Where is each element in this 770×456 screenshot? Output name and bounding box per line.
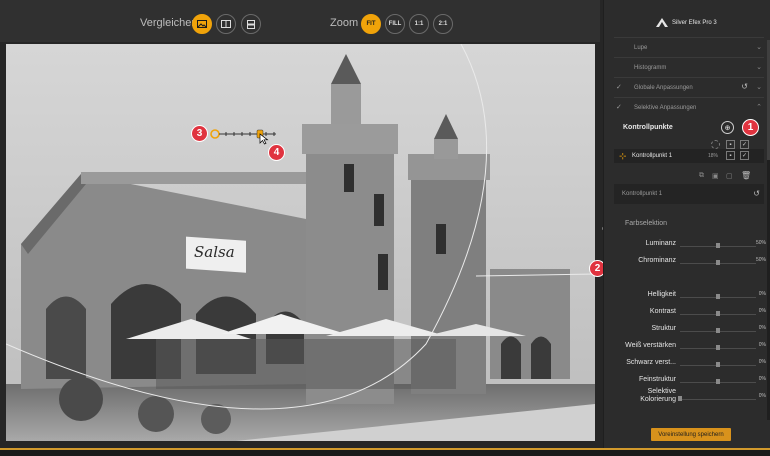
slider-label: Weiß verstärken <box>625 342 676 349</box>
image-preview[interactable]: Salsa 3 4 <box>6 44 595 441</box>
compare-single-view-button[interactable] <box>192 14 212 34</box>
color-selection-title: Farbselektion <box>625 220 668 227</box>
slider-label: Selektive Kolorierung <box>640 388 676 403</box>
zoom-1-1-button[interactable]: 1:1 <box>409 14 429 34</box>
image-icon <box>197 20 207 28</box>
slider-value: 0% <box>758 393 766 399</box>
reset-icon[interactable]: ↺ <box>753 189 760 198</box>
slider-row[interactable]: Schwarz verst... 0% <box>614 357 766 371</box>
control-points-title: Kontrollpunkte <box>623 124 673 131</box>
compare-label: Vergleichen <box>140 17 198 29</box>
slider-value: 0% <box>758 291 766 297</box>
slider-label: Helligkeit <box>647 291 676 298</box>
zoom-label: Zoom <box>330 17 359 29</box>
slider-value: 0% <box>758 325 766 331</box>
section-selective-adjustments[interactable]: ✓ Selektive Anpassungen ⌃ <box>614 97 764 117</box>
slider-thumb[interactable] <box>716 362 720 367</box>
slider-value: 0% <box>758 376 766 382</box>
duplicate-icon[interactable]: ⧉ <box>699 172 704 180</box>
chevron-up-icon: ⌃ <box>756 104 762 111</box>
slider-thumb[interactable] <box>678 396 682 401</box>
split-view-icon <box>221 20 231 28</box>
settings-panel: Silver Efex Pro 3 Lupe ⌄ Histogramm ⌄ ✓ … <box>603 0 770 448</box>
slider-track[interactable] <box>680 399 756 400</box>
bw-photo-building: Salsa <box>6 44 595 441</box>
trash-icon[interactable]: 🗑 <box>741 171 751 180</box>
zoom-2-1-button[interactable]: 2:1 <box>433 14 453 34</box>
checkmark-icon[interactable]: ✓ <box>616 83 622 91</box>
slider-thumb[interactable] <box>716 328 720 333</box>
slider-thumb[interactable] <box>716 379 720 384</box>
slider-row[interactable]: Chrominanz 50% <box>614 255 766 269</box>
top-toolbar: Vergleichen Zoom FIT FILL 1:1 2:1 <box>0 0 600 42</box>
square-icon[interactable]: ▪ <box>726 140 735 149</box>
control-point-pin-icon: ⊹ <box>619 151 627 161</box>
control-point-name: Kontrollpunkt 1 <box>632 153 673 159</box>
slider-value: 0% <box>758 308 766 314</box>
section-title: Globale Anpassungen <box>634 85 693 91</box>
control-point-slider[interactable] <box>206 126 281 142</box>
slider-value: 50% <box>755 240 766 246</box>
slider-label: Schwarz verst... <box>626 359 676 366</box>
brand-name: Silver Efex Pro 3 <box>672 20 717 26</box>
slider-row[interactable]: Feinstruktur 0% <box>614 374 766 388</box>
reset-icon[interactable]: ↺ <box>741 82 748 91</box>
slider-row[interactable]: Helligkeit 0% <box>614 289 766 303</box>
selected-control-point-box[interactable]: Kontrollpunkt 1 ↺ <box>614 184 764 204</box>
callout-marker-4: 4 <box>268 144 285 161</box>
brand: Silver Efex Pro 3 <box>656 18 717 28</box>
slider-label: Kontrast <box>649 308 676 315</box>
checkmark-icon[interactable]: ✓ <box>616 103 622 111</box>
slider-label: Feinstruktur <box>639 376 676 383</box>
compare-split-view-button[interactable] <box>216 14 236 34</box>
chevron-down-icon: ⌄ <box>756 64 762 71</box>
add-control-point-button[interactable]: ⊕ <box>721 121 734 134</box>
slider-label: Luminanz <box>645 240 676 247</box>
section-title: Histogramm <box>634 65 667 71</box>
callout-marker-3: 3 <box>191 125 208 142</box>
section-title: Selektive Anpassungen <box>634 105 697 111</box>
slider-value: 0% <box>758 342 766 348</box>
square-icon[interactable]: ▪ <box>726 151 735 160</box>
save-preset-button[interactable]: Voreinstellung speichern <box>651 428 731 441</box>
slider-row[interactable]: Weiß verstärken 0% <box>614 340 766 354</box>
section-histogram[interactable]: Histogramm ⌄ <box>614 57 764 77</box>
slider-thumb[interactable] <box>716 294 720 299</box>
slider-row[interactable]: Selektive Kolorierung 0% <box>614 388 766 405</box>
slider-thumb[interactable] <box>716 311 720 316</box>
zoom-fill-button[interactable]: FILL <box>385 14 405 34</box>
check-box-icon[interactable]: ✓ <box>740 151 749 160</box>
slider-row[interactable]: Struktur 0% <box>614 323 766 337</box>
group-icon[interactable]: ▣ <box>712 172 719 180</box>
bottom-strip <box>0 448 770 456</box>
callout-marker-1: 1 <box>742 119 759 136</box>
salsa-sign-text: Salsa <box>194 243 235 261</box>
section-title: Lupe <box>634 45 648 51</box>
stacked-view-icon <box>247 19 255 29</box>
selected-control-point-name: Kontrollpunkt 1 <box>622 191 663 197</box>
control-point-percent: 18% <box>708 153 719 159</box>
slider-value: 50% <box>755 257 766 263</box>
zoom-fit-button[interactable]: FIT <box>361 14 381 34</box>
chevron-down-icon: ⌄ <box>756 84 762 91</box>
dashed-circle-icon[interactable] <box>711 140 720 149</box>
chevron-down-icon: ⌄ <box>756 44 762 51</box>
ungroup-icon[interactable]: ▢ <box>726 172 733 180</box>
slider-thumb[interactable] <box>716 345 720 350</box>
section-loupe[interactable]: Lupe ⌄ <box>614 37 764 57</box>
slider-label: Chrominanz <box>638 257 676 264</box>
silver-efex-logo-icon <box>656 18 668 27</box>
section-global-adjustments[interactable]: ✓ Globale Anpassungen ↺ ⌄ <box>614 77 764 97</box>
slider-value: 0% <box>758 359 766 365</box>
mouse-cursor-icon <box>259 133 269 145</box>
compare-side-by-side-button[interactable] <box>241 14 261 34</box>
slider-thumb[interactable] <box>716 243 720 248</box>
check-box-icon[interactable]: ✓ <box>740 140 749 149</box>
slider-row[interactable]: Luminanz 50% <box>614 238 766 252</box>
control-point-row[interactable]: ⊹ Kontrollpunkt 1 18% ▪ ✓ <box>614 149 764 163</box>
slider-label: Struktur <box>651 325 676 332</box>
slider-row[interactable]: Kontrast 0% <box>614 306 766 320</box>
slider-thumb[interactable] <box>716 260 720 265</box>
